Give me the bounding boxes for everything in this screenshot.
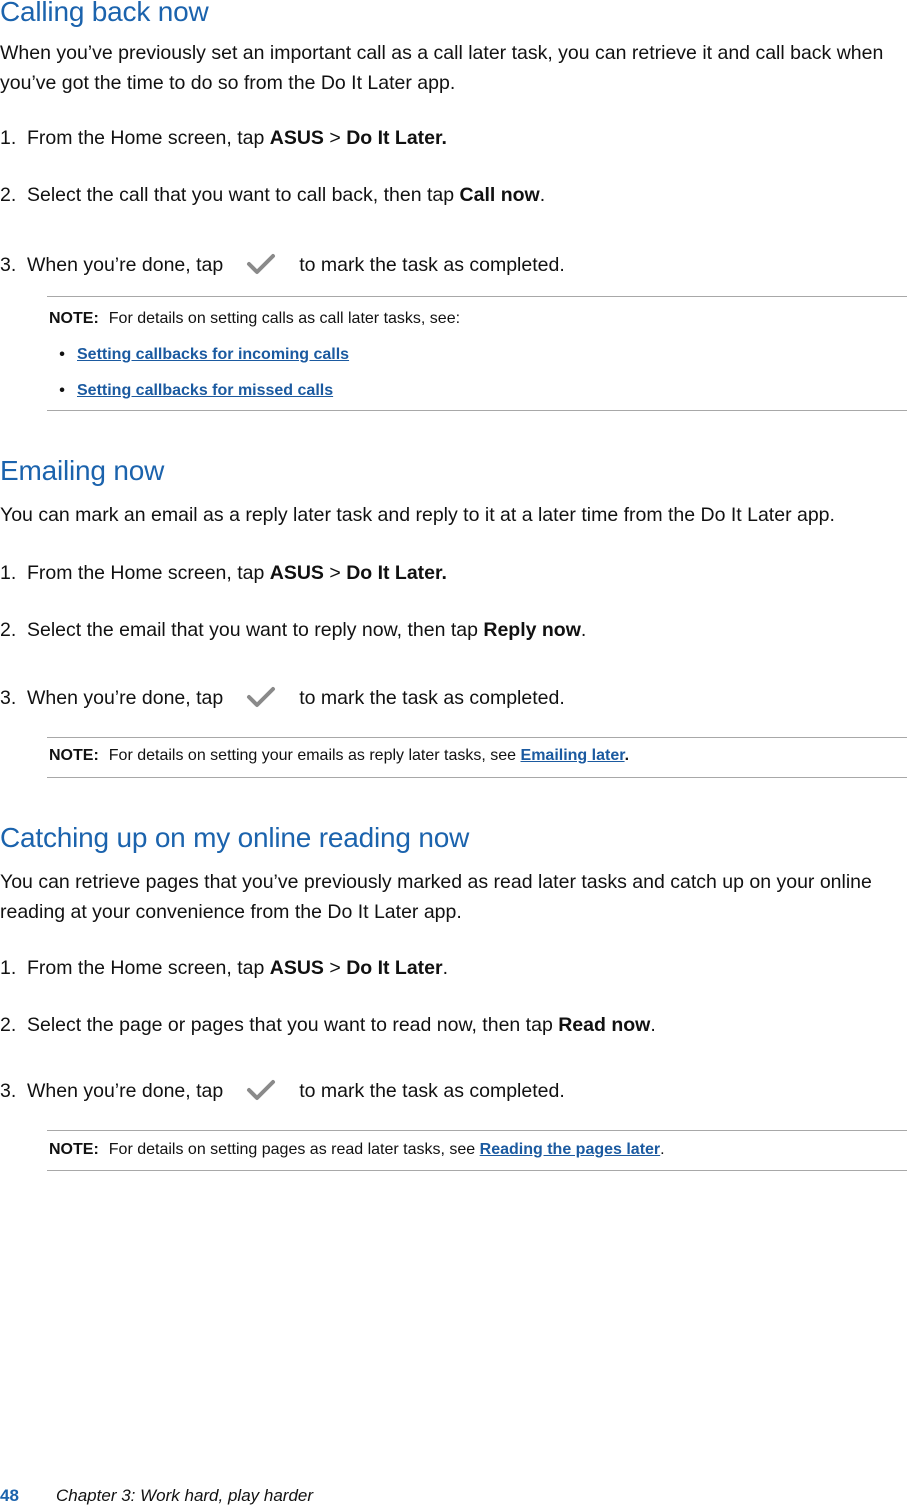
reply-now-label: Reply now	[483, 619, 581, 641]
asus-label: ASUS	[269, 562, 324, 584]
section-heading-online-reading: Catching up on my online reading now	[0, 822, 470, 853]
section-heading-calling-back: Calling back now	[0, 0, 209, 27]
step-item: 3. When you’re done, tap to mark the task …	[0, 252, 565, 279]
note-text: NOTE: For details on setting pages as rea…	[49, 1141, 665, 1158]
step-item: 2. Select the page or pages that you want…	[0, 1014, 656, 1036]
note-box: NOTE: For details on setting pages as rea…	[47, 1130, 907, 1171]
chapter-title: Chapter 3: Work hard, play harder	[56, 1486, 314, 1505]
step-item: 3. When you’re done, tap to mark the task …	[0, 1078, 565, 1105]
check-icon	[231, 686, 291, 712]
section-intro: You can mark an email as a reply later t…	[0, 504, 835, 526]
call-now-label: Call now	[459, 184, 540, 206]
step-item: 1. From the Home screen, tap ASUS > Do It…	[0, 957, 449, 979]
do-it-later-label: Do It Later.	[346, 562, 447, 584]
read-now-label: Read now	[558, 1014, 651, 1036]
section-heading-emailing: Emailing now	[0, 455, 165, 486]
link-emailing-later[interactable]: Emailing later	[521, 747, 625, 764]
link-reading-pages-later[interactable]: Reading the pages later	[480, 1141, 661, 1158]
note-text: NOTE: For details on setting your emails …	[49, 747, 630, 764]
note-box: NOTE: For details on setting calls as cal…	[47, 296, 907, 411]
asus-label: ASUS	[269, 957, 324, 979]
do-it-later-label: Do It Later	[346, 957, 443, 979]
asus-label: ASUS	[269, 127, 324, 149]
step-item: 2. Select the email that you want to repl…	[0, 619, 587, 641]
section-intro: When you’ve previously set an important …	[0, 42, 884, 94]
check-icon	[231, 253, 291, 279]
step-item: 1. From the Home screen, tap ASUS > Do It…	[0, 127, 447, 149]
link-missed-callbacks[interactable]: Setting callbacks for missed calls	[77, 382, 333, 399]
step-item: 1. From the Home screen, tap ASUS > Do It…	[0, 562, 447, 584]
step-item: 2. Select the call that you want to call …	[0, 184, 546, 206]
step-item: 3. When you’re done, tap to mark the task …	[0, 685, 565, 712]
list-item: • Setting callbacks for missed calls	[59, 382, 334, 399]
note-bullets: • Setting callbacks for incoming calls • S…	[47, 337, 349, 409]
section-intro: You can retrieve pages that you’ve previ…	[0, 871, 872, 923]
page-footer: 48 Chapter 3: Work hard, play harder	[0, 1486, 313, 1506]
list-item: • Setting callbacks for incoming calls	[59, 346, 350, 363]
page-number: 48	[0, 1486, 19, 1505]
link-incoming-callbacks[interactable]: Setting callbacks for incoming calls	[77, 346, 349, 363]
note-text: NOTE: For details on setting calls as cal…	[49, 310, 461, 327]
do-it-later-label: Do It Later.	[346, 127, 447, 149]
check-icon	[231, 1079, 291, 1105]
note-box: NOTE: For details on setting your emails …	[47, 737, 907, 778]
